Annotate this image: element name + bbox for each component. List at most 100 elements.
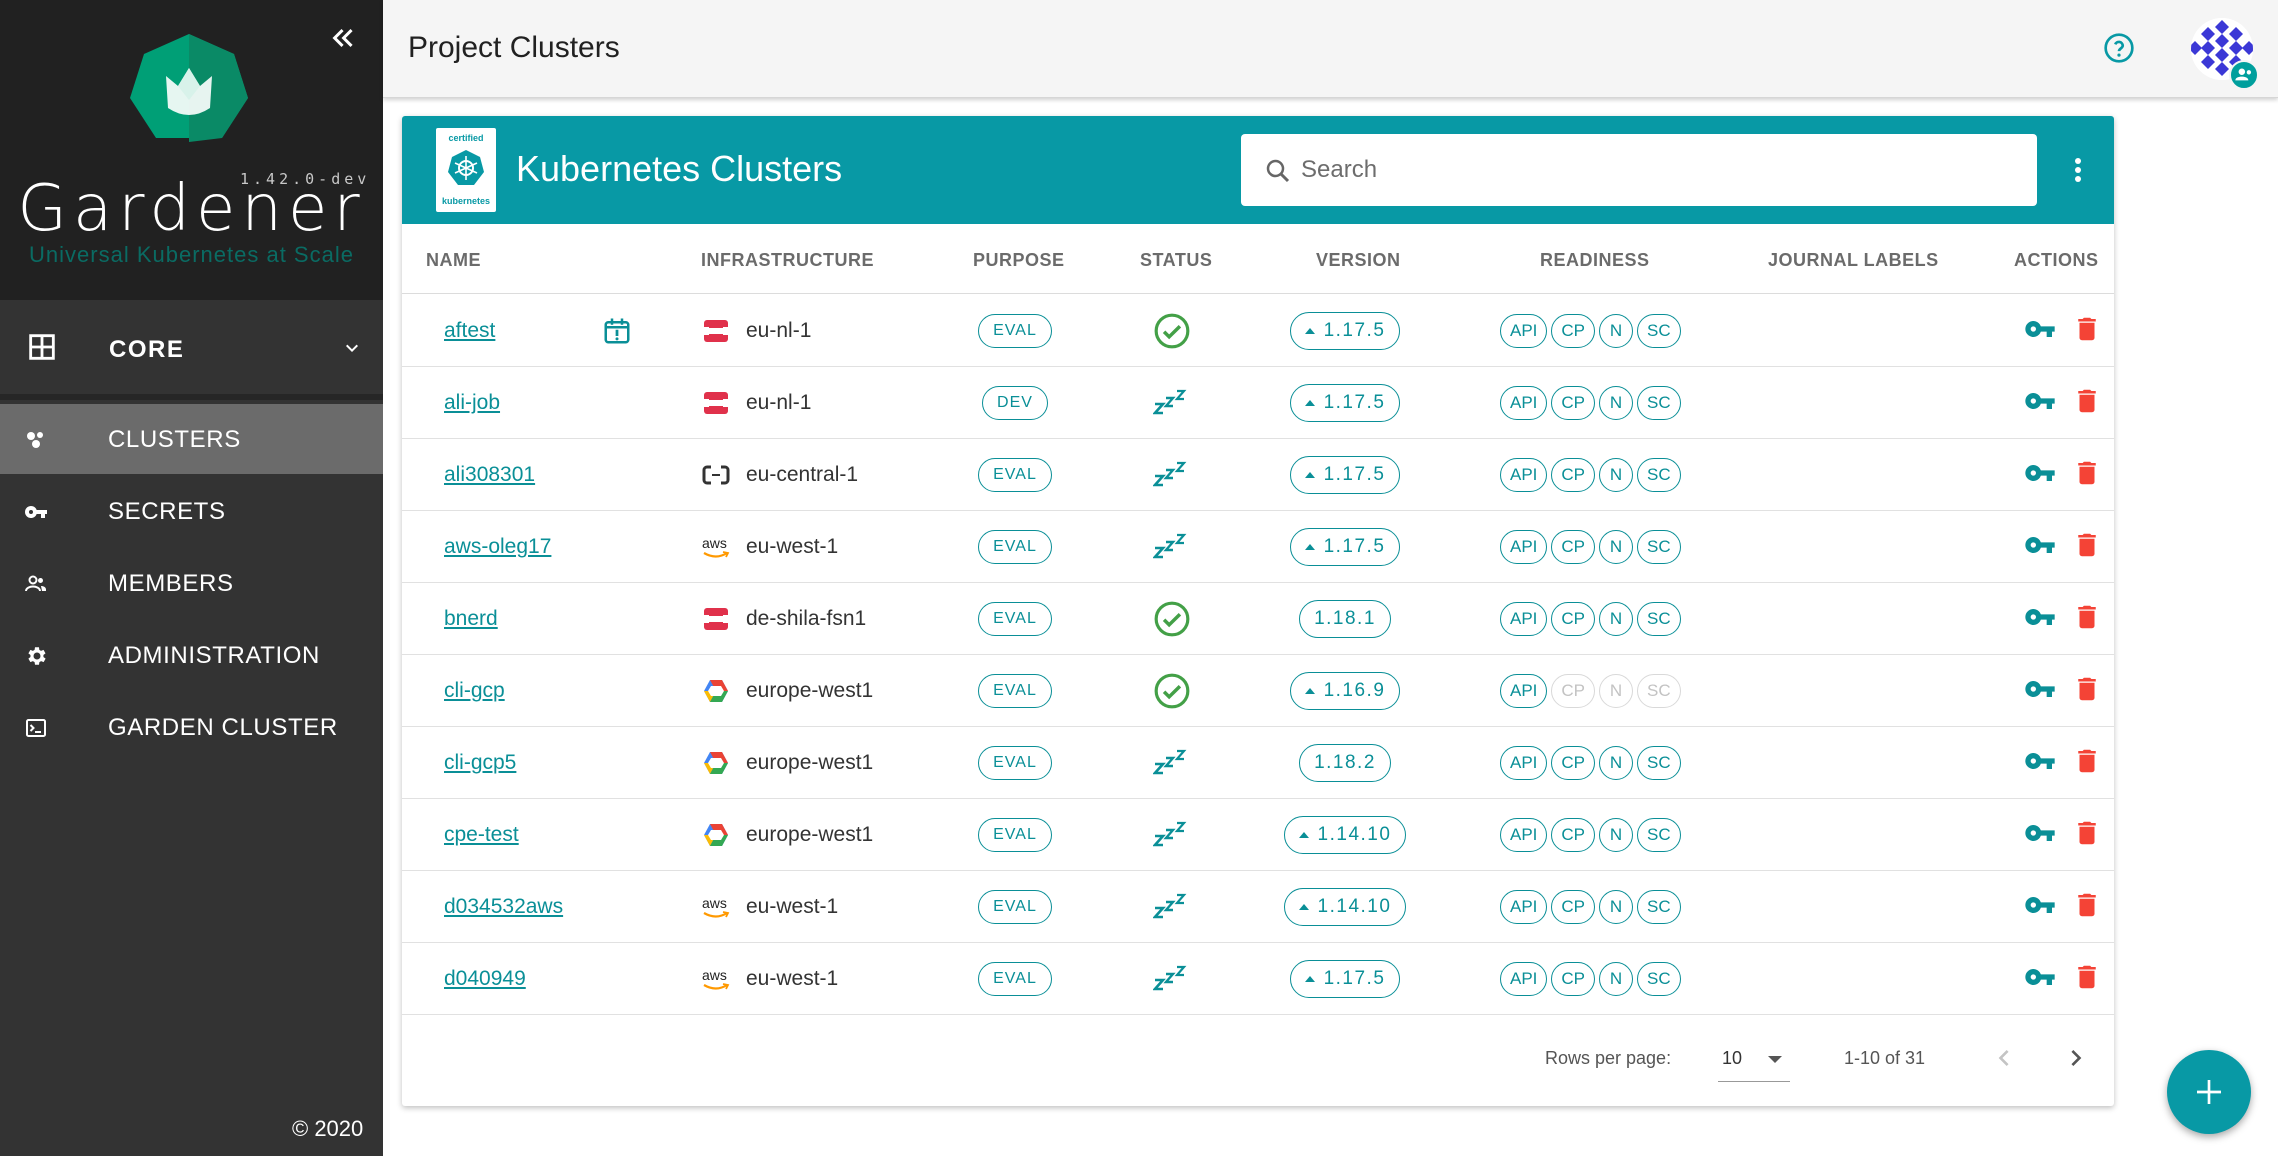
readiness-chip-cp[interactable]: CP (1551, 386, 1596, 420)
readiness-chip-n[interactable]: N (1599, 890, 1634, 924)
hibernated-icon[interactable] (1153, 748, 1191, 778)
readiness-chip-cp[interactable]: CP (1551, 890, 1596, 924)
rows-per-page-select[interactable]: 10 (1718, 1034, 1790, 1082)
readiness-chip-cp[interactable]: CP (1551, 458, 1596, 492)
show-credentials-key-icon[interactable] (2024, 601, 2056, 638)
hibernated-icon[interactable] (1153, 892, 1191, 922)
column-header-status[interactable]: STATUS (1140, 250, 1212, 271)
readiness-chip-api[interactable]: API (1500, 818, 1548, 852)
search-field[interactable] (1241, 134, 2037, 206)
readiness-chip-cp[interactable]: CP (1551, 314, 1596, 348)
sidebar-item-garden-cluster[interactable]: GARDEN CLUSTER (0, 692, 383, 762)
readiness-chip-cp[interactable]: CP (1551, 602, 1596, 636)
delete-cluster-icon[interactable] (2072, 529, 2102, 566)
sidebar-item-clusters[interactable]: CLUSTERS (0, 404, 383, 474)
readiness-chip-cp[interactable]: CP (1551, 962, 1596, 996)
readiness-chip-api[interactable]: API (1500, 890, 1548, 924)
collapse-sidebar-icon[interactable] (325, 20, 361, 56)
version-chip[interactable]: 1.14.10 (1283, 816, 1407, 854)
cluster-name-link[interactable]: cpe-test (444, 823, 519, 847)
search-input[interactable] (1301, 148, 2001, 192)
readiness-chip-sc[interactable]: SC (1637, 386, 1681, 420)
show-credentials-key-icon[interactable] (2024, 817, 2056, 854)
readiness-chip-api[interactable]: API (1500, 458, 1548, 492)
readiness-chip-sc[interactable]: SC (1637, 602, 1681, 636)
readiness-chip-sc[interactable]: SC (1637, 530, 1681, 564)
readiness-chip-sc[interactable]: SC (1637, 314, 1681, 348)
version-chip[interactable]: 1.17.5 (1289, 312, 1401, 350)
readiness-chip-sc[interactable]: SC (1637, 674, 1681, 708)
cluster-name-link[interactable]: ali308301 (444, 463, 535, 487)
readiness-chip-n[interactable]: N (1599, 458, 1634, 492)
delete-cluster-icon[interactable] (2072, 961, 2102, 998)
hibernated-icon[interactable] (1153, 964, 1191, 994)
core-section-toggle[interactable]: CORE (0, 300, 383, 394)
check-circle-icon[interactable] (1153, 312, 1191, 350)
column-header-infrastructure[interactable]: INFRASTRUCTURE (701, 250, 874, 271)
show-credentials-key-icon[interactable] (2024, 529, 2056, 566)
hibernated-icon[interactable] (1153, 820, 1191, 850)
readiness-chip-sc[interactable]: SC (1637, 818, 1681, 852)
readiness-chip-cp[interactable]: CP (1551, 818, 1596, 852)
show-credentials-key-icon[interactable] (2024, 385, 2056, 422)
delete-cluster-icon[interactable] (2072, 457, 2102, 494)
readiness-chip-n[interactable]: N (1599, 674, 1634, 708)
column-header-name[interactable]: NAME (426, 250, 481, 271)
readiness-chip-n[interactable]: N (1599, 386, 1634, 420)
cluster-name-link[interactable]: cli-gcp5 (444, 751, 516, 775)
readiness-chip-sc[interactable]: SC (1637, 458, 1681, 492)
column-header-journal-labels[interactable]: JOURNAL LABELS (1768, 250, 1939, 271)
cluster-name-link[interactable]: d034532aws (444, 895, 563, 919)
readiness-chip-n[interactable]: N (1599, 818, 1634, 852)
cluster-name-link[interactable]: bnerd (444, 607, 498, 631)
readiness-chip-cp[interactable]: CP (1551, 746, 1596, 780)
readiness-chip-n[interactable]: N (1599, 962, 1634, 996)
delete-cluster-icon[interactable] (2072, 601, 2102, 638)
delete-cluster-icon[interactable] (2072, 313, 2102, 350)
show-credentials-key-icon[interactable] (2024, 313, 2056, 350)
sidebar-item-administration[interactable]: ADMINISTRATION (0, 620, 383, 690)
readiness-chip-n[interactable]: N (1599, 746, 1634, 780)
hibernated-icon[interactable] (1153, 460, 1191, 490)
cluster-name-link[interactable]: aftest (444, 319, 495, 343)
cluster-name-link[interactable]: aws-oleg17 (444, 535, 551, 559)
readiness-chip-n[interactable]: N (1599, 314, 1634, 348)
readiness-chip-api[interactable]: API (1500, 314, 1548, 348)
help-icon[interactable] (2103, 32, 2135, 64)
readiness-chip-n[interactable]: N (1599, 530, 1634, 564)
show-credentials-key-icon[interactable] (2024, 889, 2056, 926)
readiness-chip-sc[interactable]: SC (1637, 962, 1681, 996)
delete-cluster-icon[interactable] (2072, 817, 2102, 854)
version-chip[interactable]: 1.17.5 (1289, 960, 1401, 998)
cluster-name-link[interactable]: d040949 (444, 967, 526, 991)
cluster-name-link[interactable]: ali-job (444, 391, 500, 415)
previous-page-button[interactable] (1988, 1042, 2020, 1079)
readiness-chip-api[interactable]: API (1500, 386, 1548, 420)
readiness-chip-api[interactable]: API (1500, 746, 1548, 780)
delete-cluster-icon[interactable] (2072, 889, 2102, 926)
sidebar-item-secrets[interactable]: SECRETS (0, 476, 383, 546)
hibernated-icon[interactable] (1153, 388, 1191, 418)
readiness-chip-api[interactable]: API (1500, 962, 1548, 996)
readiness-chip-sc[interactable]: SC (1637, 890, 1681, 924)
next-page-button[interactable] (2060, 1042, 2092, 1079)
version-chip[interactable]: 1.14.10 (1283, 888, 1407, 926)
show-credentials-key-icon[interactable] (2024, 457, 2056, 494)
readiness-chip-api[interactable]: API (1500, 602, 1548, 636)
version-chip[interactable]: 1.17.5 (1289, 456, 1401, 494)
check-circle-icon[interactable] (1153, 600, 1191, 638)
show-credentials-key-icon[interactable] (2024, 673, 2056, 710)
readiness-chip-cp[interactable]: CP (1551, 530, 1596, 564)
readiness-chip-sc[interactable]: SC (1637, 746, 1681, 780)
delete-cluster-icon[interactable] (2072, 745, 2102, 782)
add-cluster-button[interactable] (2167, 1050, 2251, 1134)
delete-cluster-icon[interactable] (2072, 673, 2102, 710)
sidebar-item-members[interactable]: MEMBERS (0, 548, 383, 618)
cluster-name-link[interactable]: cli-gcp (444, 679, 505, 703)
hibernated-icon[interactable] (1153, 532, 1191, 562)
schedule-warning-icon[interactable] (602, 295, 632, 367)
check-circle-icon[interactable] (1153, 672, 1191, 710)
readiness-chip-api[interactable]: API (1500, 530, 1548, 564)
column-header-purpose[interactable]: PURPOSE (973, 250, 1065, 271)
column-header-readiness[interactable]: READINESS (1540, 250, 1650, 271)
